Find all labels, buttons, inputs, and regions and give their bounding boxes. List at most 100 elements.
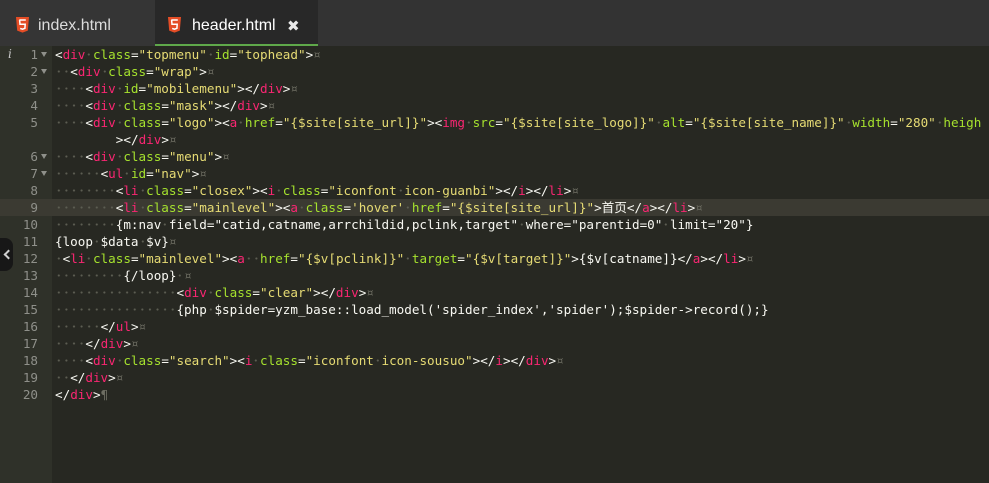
tag-name: div [92, 81, 116, 96]
code-line[interactable]: 5 <div class="logo"><a href="{$site[site… [0, 114, 989, 131]
attr-name: href [260, 251, 291, 266]
attr-value: "nav" [153, 166, 192, 181]
line-number: 19 [22, 370, 38, 385]
gutter-cell: 19 [0, 369, 52, 386]
text-content: {loop [55, 234, 93, 249]
whitespace [55, 64, 71, 79]
tag-name: li [70, 251, 86, 266]
code-text[interactable]: </div> [55, 336, 131, 351]
attr-equals: = [184, 200, 192, 215]
code-text[interactable]: <div class="clear"></div> [55, 285, 366, 300]
editor-area[interactable]: i 1 <div class="topmenu" id="tophead">¤ 2 <… [0, 46, 989, 483]
whitespace [252, 353, 261, 368]
attr-equals: = [161, 115, 169, 130]
code-line[interactable]: i 1 <div class="topmenu" id="tophead">¤ [0, 46, 989, 63]
attr-name: class [146, 183, 185, 198]
code-text[interactable]: {m:nav field="catid,catname,arrchildid,p… [55, 217, 753, 232]
code-text[interactable]: {php $spider=yzm_base::load_model('spide… [55, 302, 769, 317]
whitespace [237, 115, 245, 130]
attr-equals: = [457, 251, 466, 266]
code-line[interactable]: 4 <div class="mask"></div>¤ [0, 97, 989, 114]
code-line[interactable]: 3 <div id="mobilemenu"></div>¤ [0, 80, 989, 97]
attr-name: href [411, 200, 443, 215]
code-line[interactable]: 12 <li class="mainlevel"><a href="{$v[pc… [0, 250, 989, 267]
tag-bracket: </ [657, 200, 673, 215]
code-line[interactable]: 20 </div>¶ [0, 386, 989, 403]
fold-arrow-icon[interactable] [41, 52, 47, 57]
code-text[interactable]: <li class="closex"><i class="iconfont ic… [55, 183, 571, 198]
fold-arrow-icon[interactable] [41, 171, 47, 176]
close-tab-icon[interactable]: ✖ [287, 16, 300, 36]
code-line[interactable]: 14 <div class="clear"></div>¤ [0, 284, 989, 301]
code-line[interactable]: 11 {loop $data $v}¤ [0, 233, 989, 250]
code-line[interactable]: 15 {php $spider=yzm_base::load_model('sp… [0, 301, 989, 318]
whitespace [373, 353, 382, 368]
code-text[interactable]: <div class="search"><i class="iconfont i… [55, 353, 556, 368]
code-line[interactable]: 2 <div class="wrap">¤ [0, 63, 989, 80]
html5-icon [168, 17, 181, 33]
chevron-left-icon [3, 249, 14, 260]
attr-equals: = [161, 353, 169, 368]
code-line[interactable]: 18 <div class="search"><i class="iconfon… [0, 352, 989, 369]
code-text[interactable]: <ul id="nav"> [55, 166, 199, 181]
code-line[interactable]: 16 </ul>¤ [0, 318, 989, 335]
code-text[interactable]: {loop $data $v} [55, 234, 169, 249]
tab-header-html[interactable]: header.html ✖ [155, 0, 318, 46]
attr-name: class [282, 183, 321, 198]
line-number: 7 [30, 166, 38, 181]
code-line[interactable]: 13 {/loop} ¤ [0, 267, 989, 284]
code-text[interactable]: </ul> [55, 319, 139, 334]
whitespace [55, 81, 86, 96]
gutter-cell: 8 [0, 182, 52, 199]
code-text[interactable]: <div class="topmenu" id="tophead"> [55, 47, 313, 62]
tag-bracket: </ [85, 336, 101, 351]
code-line[interactable]: 8 <li class="closex"><i class="iconfont … [0, 182, 989, 199]
attr-name: class [123, 98, 162, 113]
code-text[interactable]: </div> [55, 387, 101, 402]
sidebar-toggle-button[interactable] [0, 238, 14, 271]
attr-equals: = [275, 115, 283, 130]
code-line[interactable]: 17 </div>¤ [0, 335, 989, 352]
gutter-cell: 16 [0, 318, 52, 335]
code-text[interactable]: <div class="wrap"> [55, 64, 207, 79]
code-line[interactable]: 9 <li class="mainlevel"><a class='hover'… [0, 199, 989, 216]
code-text[interactable]: <li class="mainlevel"><a href="{$v[pclin… [55, 251, 746, 266]
code-text[interactable]: ></div> [116, 132, 169, 147]
attr-name: href [244, 115, 276, 130]
tag-name: ul [115, 319, 131, 334]
attr-name: class [108, 64, 147, 79]
code-text[interactable]: <li class="mainlevel"><a class='hover' h… [55, 200, 695, 215]
code-text[interactable]: <div class="menu"> [55, 149, 222, 164]
tag-bracket: > [130, 319, 139, 334]
whitespace [55, 149, 86, 164]
code-text[interactable]: </div> [55, 370, 116, 385]
code-text[interactable]: {/loop} [55, 268, 185, 283]
line-number: 5 [30, 115, 38, 130]
tag-bracket: > [548, 353, 557, 368]
wrapped-line-continuation[interactable]: ></div>¤ [0, 131, 989, 148]
tag-bracket: > [313, 285, 321, 300]
attr-value: "{$site[site_logo]}" [503, 115, 655, 130]
whitespace [465, 115, 473, 130]
code-line[interactable]: 10 {m:nav field="catid,catname,arrchildi… [0, 216, 989, 233]
code-text[interactable]: <div class="logo"><a href="{$site[site_u… [55, 115, 981, 130]
info-marker-icon[interactable]: i [8, 46, 12, 63]
whitespace [55, 285, 177, 300]
fold-arrow-icon[interactable] [41, 154, 47, 159]
code-line[interactable]: 6 <div class="menu">¤ [0, 148, 989, 165]
code-text[interactable]: <div class="mask"></div> [55, 98, 268, 113]
code-line[interactable]: 19 </div>¤ [0, 369, 989, 386]
tag-bracket: < [85, 149, 93, 164]
whitespace [404, 200, 412, 215]
code-text[interactable]: <div id="mobilemenu"></div> [55, 81, 290, 96]
code-line[interactable]: 7 <ul id="nav">¤ [0, 165, 989, 182]
attr-value: "mobilemenu" [146, 81, 238, 96]
tag-bracket: < [85, 115, 93, 130]
tab-index-html[interactable]: index.html [0, 0, 155, 46]
attr-value: "clear" [260, 285, 314, 300]
tag-bracket: < [222, 115, 230, 130]
attr-value: icon-sousuo" [381, 353, 473, 368]
fold-arrow-icon[interactable] [41, 69, 47, 74]
tag-bracket: > [260, 98, 268, 113]
tag-bracket: > [92, 387, 101, 402]
